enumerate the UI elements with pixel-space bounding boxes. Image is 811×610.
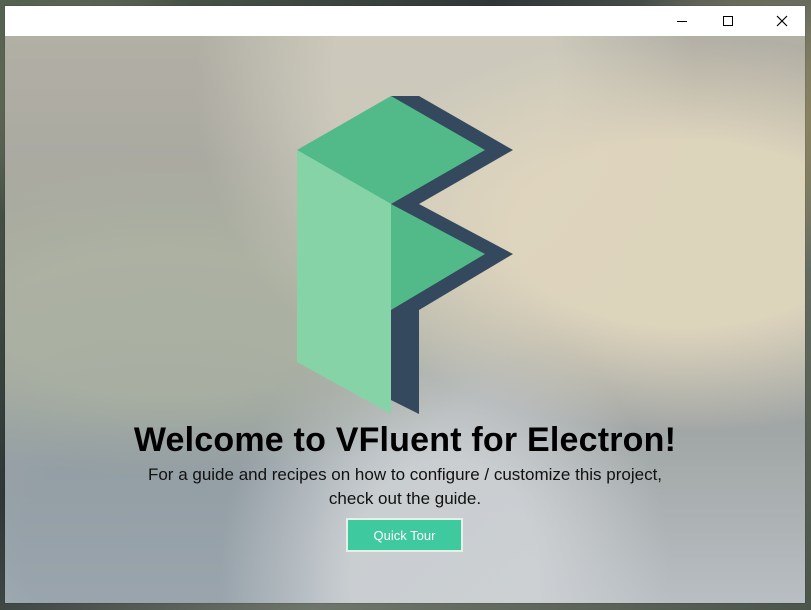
minimize-icon	[677, 21, 687, 22]
maximize-icon	[723, 16, 733, 26]
close-icon	[776, 15, 788, 27]
close-button[interactable]	[759, 6, 805, 36]
vfluent-logo-icon	[297, 96, 513, 414]
minimize-button[interactable]	[659, 6, 705, 36]
welcome-page: Welcome to VFluent for Electron! For a g…	[5, 36, 805, 603]
application-window: Welcome to VFluent for Electron! For a g…	[5, 6, 805, 603]
maximize-button[interactable]	[705, 6, 751, 36]
page-title: Welcome to VFluent for Electron!	[133, 421, 677, 459]
quick-tour-button[interactable]: Quick Tour	[346, 518, 463, 552]
title-bar[interactable]	[5, 6, 805, 36]
page-subtitle: For a guide and recipes on how to config…	[147, 465, 663, 508]
